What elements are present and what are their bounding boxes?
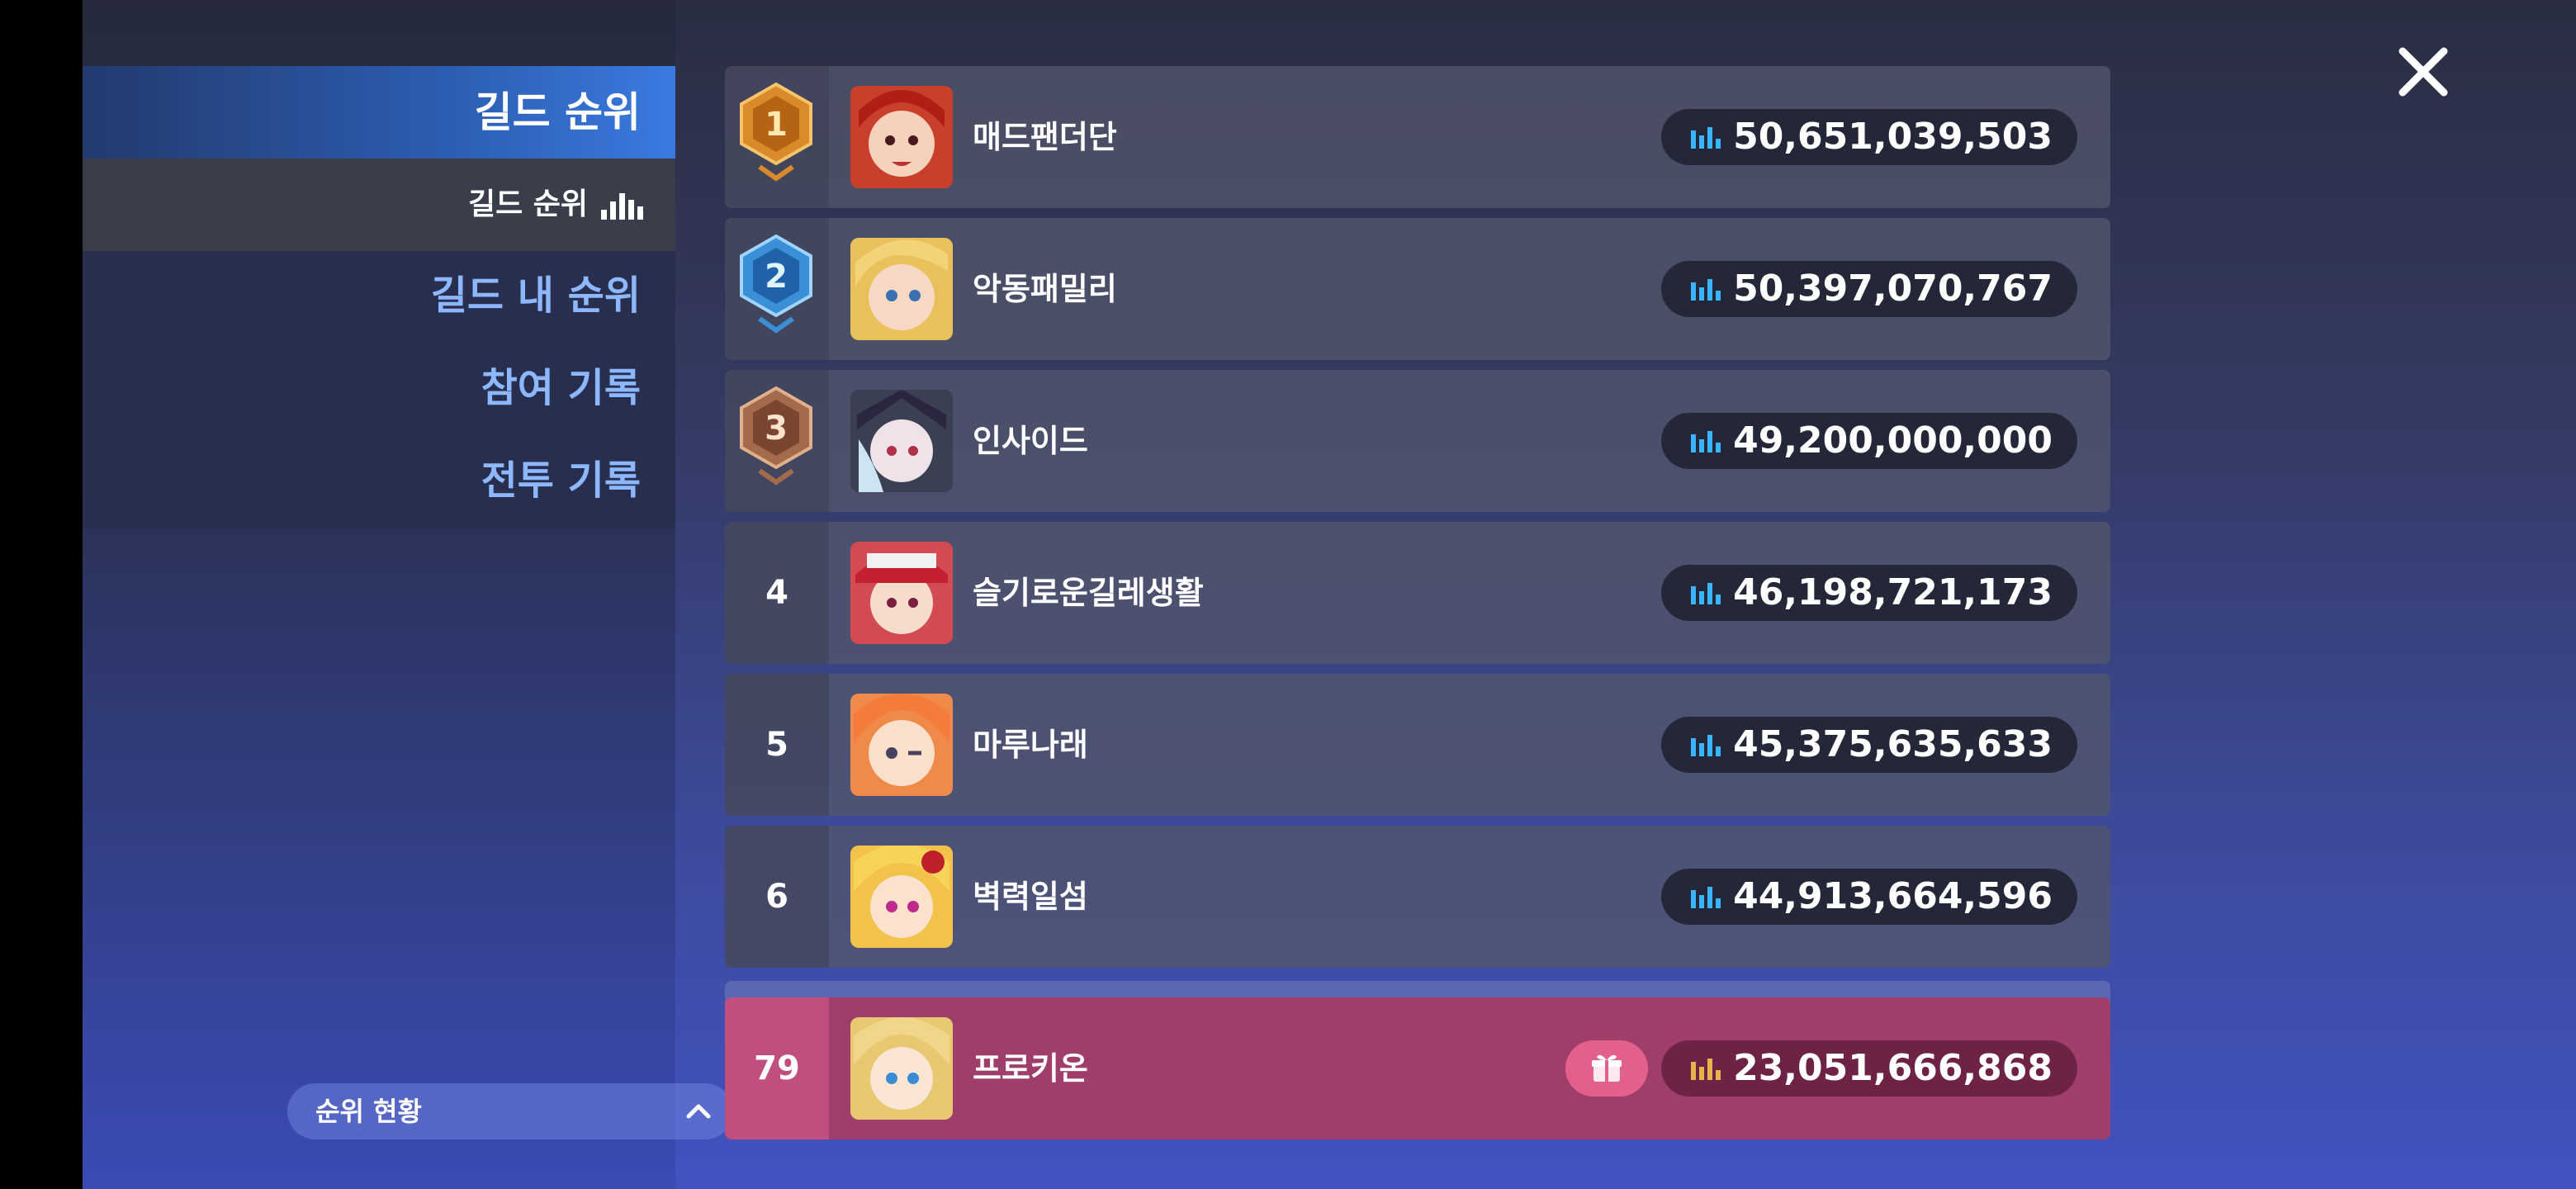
guild-name: 벽력일섬 [973,879,1088,915]
rank-status-toggle[interactable]: 순위 현황 [287,1083,733,1139]
my-guild-row[interactable]: 79 프로키온 23,051,666,868 [725,997,2110,1139]
guild-name: 프로키온 [973,1050,1088,1087]
gift-icon [1592,1054,1622,1082]
gift-button[interactable] [1565,1040,1648,1097]
rank-number: 4 [765,574,788,612]
guild-name: 마루나래 [973,727,1088,763]
guild-score: 46,198,721,173 [1733,571,2053,613]
ranking-row[interactable]: 2 악동패밀리 50,397,070,767 [725,218,2110,360]
submenu-guild-rank-label: 길드 순위 [467,187,588,221]
gold-medal-icon: 1 [740,82,812,182]
rank-status-label: 순위 현황 [315,1096,422,1127]
score-pill: 46,198,721,173 [1661,565,2077,621]
guild-score: 50,651,039,503 [1733,116,2053,158]
bar-chart-icon [1691,735,1721,756]
guild-name: 인사이드 [973,423,1088,459]
guild-score: 45,375,635,633 [1733,723,2053,765]
bar-chart-icon [1691,1059,1721,1080]
guild-score: 50,397,070,767 [1733,268,2053,310]
ranking-row[interactable]: 6 벽력일섬 44,913,664,596 [725,826,2110,968]
score-pill: 50,651,039,503 [1661,109,2077,165]
score-pill: 44,913,664,596 [1661,869,2077,925]
game-screen: 길드 순위 길드 순위 길드 내 순위 참여 기록 전투 기록 순위 현황 1 … [0,0,2576,1189]
score-pill: 23,051,666,868 [1661,1040,2077,1097]
guild-avatar [850,86,953,188]
score-pill: 50,397,070,767 [1661,261,2077,317]
guild-score: 49,200,000,000 [1733,419,2053,462]
tab-guild-rank[interactable]: 길드 순위 [83,66,675,159]
guild-name: 슬기로운길레생활 [973,575,1204,611]
rank-number: 5 [765,726,788,764]
tab-participation-record[interactable]: 참여 기록 [481,363,641,413]
bar-chart-icon [1691,431,1721,452]
medal-rank-number: 2 [765,258,788,296]
guild-score: 23,051,666,868 [1733,1047,2053,1089]
ranking-row[interactable]: 5 마루나래 45,375,635,633 [725,674,2110,816]
ranking-row[interactable]: 4 슬기로운길레생활 46,198,721,173 [725,522,2110,664]
sidebar: 길드 순위 길드 순위 길드 내 순위 참여 기록 전투 기록 순위 현황 [83,0,733,1189]
guild-avatar [850,390,953,492]
bar-chart-icon [1691,583,1721,604]
score-pill: 45,375,635,633 [1661,717,2077,773]
ranking-row[interactable]: 1 매드팬더단 50,651,039,503 [725,66,2110,208]
bronze-medal-icon: 3 [740,386,812,486]
rank-number: 79 [754,1049,800,1087]
chevron-up-icon [686,1104,711,1119]
medal-rank-number: 3 [765,410,788,448]
guild-avatar [850,694,953,796]
submenu-guild-rank[interactable]: 길드 순위 [83,159,675,251]
ranking-row[interactable]: 3 인사이드 49,200,000,000 [725,370,2110,512]
guild-name: 악동패밀리 [973,271,1117,307]
medal-rank-number: 1 [765,106,788,144]
bar-chart-icon [601,193,643,220]
tab-guild-rank-label: 길드 순위 [474,88,641,136]
blue-medal-icon: 2 [740,234,812,334]
bar-chart-icon [1691,127,1721,149]
bar-chart-icon [1691,887,1721,908]
bar-chart-icon [1691,279,1721,301]
guild-avatar [850,542,953,644]
guild-name: 매드팬더단 [973,119,1117,155]
guild-avatar [850,1017,953,1120]
guild-score: 44,913,664,596 [1733,875,2053,917]
tab-battle-record[interactable]: 전투 기록 [481,456,641,505]
screen-bezel [0,0,83,1189]
tab-guild-internal-rank[interactable]: 길드 내 순위 [431,271,641,320]
score-pill: 49,200,000,000 [1661,413,2077,469]
rank-number: 6 [765,878,788,916]
guild-avatar [850,238,953,340]
close-icon[interactable] [2394,43,2452,101]
guild-avatar [850,846,953,948]
